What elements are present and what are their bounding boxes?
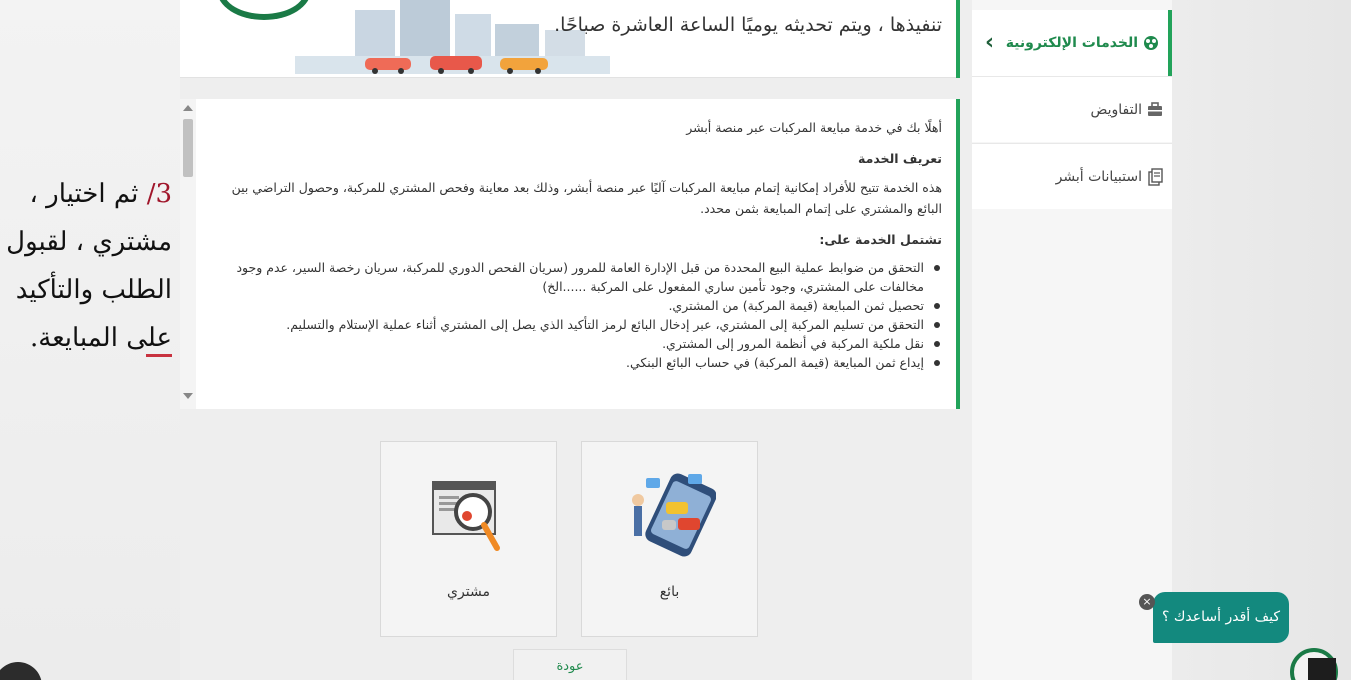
eservices-icon — [1144, 36, 1158, 50]
caption-underline — [146, 354, 172, 357]
caption-step-number: 3/ — [146, 179, 172, 209]
chevron-left-icon[interactable]: ‹ — [985, 30, 994, 55]
car-phone-icon — [632, 473, 716, 557]
list-item: التحقق من تسليم المركبة إلى المشتري، عبر… — [220, 315, 940, 334]
list-item: نقل ملكية المركبة في أنظمة المرور إلى ال… — [220, 334, 940, 353]
service-banner: تنفيذها ، ويتم تحديثه يوميًا الساعة العا… — [180, 0, 960, 78]
scroll-thumb[interactable] — [183, 119, 193, 177]
buyer-label: مشتري — [447, 584, 490, 600]
seller-tile[interactable]: بائع — [581, 441, 758, 637]
sidebar-item-surveys[interactable]: استبيانات أبشر — [972, 143, 1172, 209]
sidebar-item-label: التفاويض — [1090, 101, 1142, 118]
service-description-card: أهلًا بك في خدمة مبايعة المركبات عبر منص… — [180, 99, 960, 409]
right-background — [1172, 0, 1351, 680]
description-text: أهلًا بك في خدمة مبايعة المركبات عبر منص… — [220, 113, 942, 372]
banner-accent-bar — [956, 0, 960, 78]
includes-list: التحقق من ضوابط عملية البيع المحددة من ق… — [220, 258, 942, 372]
close-icon[interactable]: × — [1139, 594, 1155, 610]
chat-prompt-bubble[interactable]: كيف أقدر أساعدك ؟ — [1153, 592, 1289, 643]
banner-text: تنفيذها ، ويتم تحديثه يوميًا الساعة العا… — [554, 14, 942, 36]
intro-text: أهلًا بك في خدمة مبايعة المركبات عبر منص… — [686, 120, 942, 135]
video-corner-control[interactable] — [1308, 658, 1336, 680]
sidebar-item-label: استبيانات أبشر — [1055, 168, 1142, 185]
seller-label: بائع — [659, 584, 680, 600]
sidebar-item-label: الخدمات الإلكترونية — [1005, 35, 1138, 51]
video-caption: 3/ ثم اختيار ، مشتري ، لقبول الطلب والتأ… — [4, 170, 172, 362]
includes-heading: تشتمل الخدمة على: — [819, 232, 942, 247]
scroll-down-arrow-icon[interactable] — [183, 393, 193, 399]
list-item: تحصيل ثمن المبايعة (قيمة المركبة) من الم… — [220, 296, 940, 315]
buyer-tile[interactable]: مشتري — [380, 441, 557, 637]
banner-illustration — [295, 0, 610, 74]
list-item: التحقق من ضوابط عملية البيع المحددة من ق… — [220, 258, 940, 296]
briefcase-icon — [1148, 101, 1162, 116]
sidebar-item-eservices[interactable]: الخدمات الإلكترونية — [972, 10, 1172, 76]
magnifier-document-icon — [432, 481, 500, 551]
survey-icon — [1148, 167, 1163, 186]
scroll-up-arrow-icon[interactable] — [183, 105, 193, 111]
list-item: إيداع ثمن المبايعة (قيمة المركبة) في حسا… — [220, 353, 940, 372]
scrollbar[interactable] — [180, 99, 196, 409]
card-accent-bar — [956, 99, 960, 409]
definition-text: هذه الخدمة تتيح للأفراد إمكانية إتمام مب… — [231, 180, 942, 216]
back-button[interactable]: عودة — [513, 649, 627, 680]
sidebar-item-delegations[interactable]: التفاويض — [972, 76, 1172, 142]
definition-heading: تعريف الخدمة — [858, 151, 942, 166]
